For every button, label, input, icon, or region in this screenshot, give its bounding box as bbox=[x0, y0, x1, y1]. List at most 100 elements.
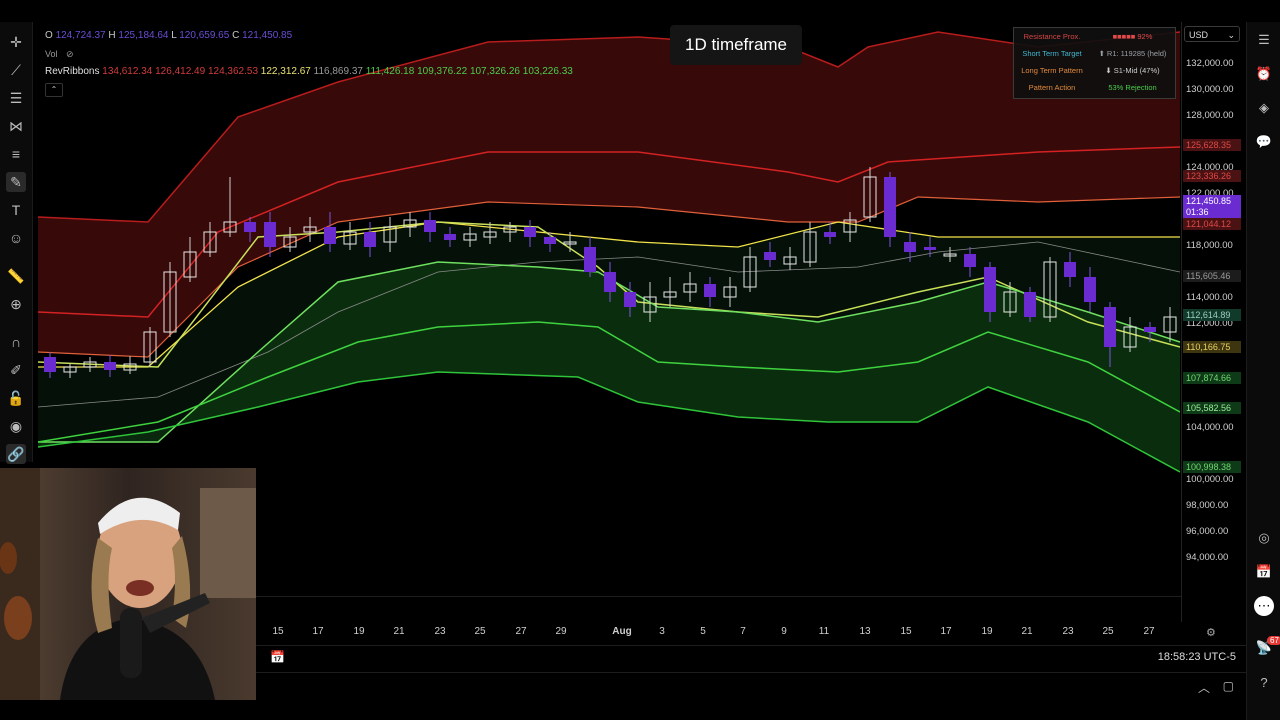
price-tag: 123,336.26 bbox=[1183, 170, 1241, 182]
indicator-value: 126,412.49 bbox=[155, 66, 206, 77]
indicator-name[interactable]: RevRibbons bbox=[45, 66, 99, 77]
eye-off-icon[interactable]: ⊘ bbox=[66, 49, 74, 59]
price-level: 100,000.00 bbox=[1186, 474, 1234, 485]
text-icon[interactable]: T bbox=[6, 200, 26, 220]
currency-label: USD bbox=[1189, 30, 1209, 40]
trendline-icon[interactable]: ⟋ bbox=[6, 60, 26, 80]
price-level: 114,000.00 bbox=[1186, 292, 1233, 303]
price-level: 96,000.00 bbox=[1186, 526, 1229, 537]
candle bbox=[544, 237, 556, 244]
candle bbox=[964, 254, 976, 267]
candle bbox=[584, 247, 596, 272]
notification-badge: 67 bbox=[1267, 636, 1280, 645]
table-value: 53% Rejection bbox=[1108, 83, 1157, 92]
link-icon[interactable]: 🔗 bbox=[6, 444, 26, 464]
table-key: Short Term Target bbox=[1022, 49, 1082, 58]
high-value: 125,184.64 bbox=[118, 30, 169, 41]
calendar-icon[interactable]: 📅 bbox=[1254, 562, 1274, 582]
time-label: 7 bbox=[740, 626, 746, 637]
price-level: 104,000.00 bbox=[1186, 422, 1234, 433]
magnet-icon[interactable]: ∩ bbox=[6, 332, 26, 352]
collapse-button[interactable]: ⌃ bbox=[45, 83, 63, 97]
streamer-video bbox=[0, 468, 256, 700]
top-bar bbox=[0, 0, 1280, 22]
candle bbox=[884, 177, 896, 237]
time-label: 19 bbox=[981, 626, 993, 637]
table-row: Resistance Prox. ■■■■■ 92% bbox=[1014, 28, 1175, 45]
indicator-row: RevRibbons 134,612.34 126,412.49 124,362… bbox=[45, 63, 573, 81]
webcam-overlay bbox=[0, 468, 256, 700]
candle bbox=[364, 232, 376, 247]
price-tag: 121,044.12 bbox=[1183, 218, 1241, 230]
emoji-icon[interactable]: ☺ bbox=[6, 228, 26, 248]
chevron-up-icon[interactable]: ︿ bbox=[1198, 679, 1210, 696]
time-label: 15 bbox=[900, 626, 912, 637]
eye-icon[interactable]: ◉ bbox=[6, 416, 26, 436]
candle bbox=[244, 222, 256, 232]
alerts-icon[interactable]: ⏰ bbox=[1254, 64, 1274, 84]
indicator-value: 116,869.37 bbox=[313, 66, 363, 77]
clock[interactable]: 18:58:23 UTC-5 bbox=[1158, 651, 1236, 663]
time-axis[interactable] bbox=[256, 596, 1181, 623]
candle bbox=[984, 267, 996, 312]
zoom-icon[interactable]: ⊕ bbox=[6, 294, 26, 314]
price-level: 94,000.00 bbox=[1186, 552, 1229, 563]
candle bbox=[524, 227, 536, 237]
table-row: Pattern Action 53% Rejection bbox=[1014, 79, 1175, 96]
price-axis[interactable]: 132,000.00 130,000.00 128,000.00 124,000… bbox=[1181, 22, 1246, 622]
price-tag: 100,998.38 bbox=[1183, 461, 1241, 473]
candle bbox=[1084, 277, 1096, 302]
drawing-toolbar: ✛ ⟋ ☰ ⋈ ≡ ✎ T ☺ 📏 ⊕ ∩ ✐ 🔓 ◉ 🔗 bbox=[0, 22, 33, 464]
time-label: 29 bbox=[555, 626, 567, 637]
high-label: H bbox=[108, 30, 116, 41]
price-level: 98,000.00 bbox=[1186, 500, 1229, 511]
indicator-value: 109,376.22 bbox=[417, 66, 468, 77]
settings-icon[interactable]: ⚙ bbox=[1206, 626, 1216, 639]
price-tag: 115,605.46 bbox=[1183, 270, 1241, 282]
time-label: 3 bbox=[659, 626, 665, 637]
bottom-panel-bar: ︿ ▢ bbox=[256, 672, 1246, 701]
low-value: 120,659.65 bbox=[179, 30, 230, 41]
table-value: ⬆ R1: 119285 (held) bbox=[1098, 49, 1167, 58]
price-tag: 105,582.56 bbox=[1183, 402, 1241, 414]
brush-icon[interactable]: ✎ bbox=[6, 172, 26, 192]
crosshair-icon[interactable]: ✛ bbox=[6, 32, 26, 52]
table-key: Resistance Prox. bbox=[1023, 32, 1081, 41]
table-key: Long Term Pattern bbox=[1021, 66, 1083, 75]
help-icon[interactable]: ? bbox=[1254, 672, 1274, 692]
right-sidebar: ☰ ⏰ ◈ 💬 ◎ 📅 ⋯ 📡 67 ? bbox=[1246, 22, 1280, 720]
price-level: 118,000.00 bbox=[1186, 240, 1233, 251]
close-value: 121,450.85 bbox=[242, 30, 293, 41]
chat-icon[interactable]: 💬 bbox=[1254, 132, 1274, 152]
time-label: 21 bbox=[393, 626, 405, 637]
time-label: 27 bbox=[515, 626, 527, 637]
lock-drawing-icon[interactable]: ✐ bbox=[6, 360, 26, 380]
table-value: ⬇ S1-Mid (47%) bbox=[1105, 66, 1160, 75]
time-label: 9 bbox=[781, 626, 787, 637]
close-label: C bbox=[232, 30, 240, 41]
volume-label: Vol bbox=[45, 49, 58, 59]
watchlist-icon[interactable]: ☰ bbox=[1254, 30, 1274, 50]
indicator-value: 103,226.33 bbox=[522, 66, 573, 77]
target-icon[interactable]: ◎ bbox=[1254, 528, 1274, 548]
candle bbox=[624, 292, 636, 307]
layers-icon[interactable]: ◈ bbox=[1254, 98, 1274, 118]
currency-select[interactable]: USD ⌄ bbox=[1184, 26, 1240, 42]
pattern-icon[interactable]: ⋈ bbox=[6, 116, 26, 136]
candle bbox=[604, 272, 616, 292]
ruler-icon[interactable]: 📏 bbox=[6, 266, 26, 286]
maximize-icon[interactable]: ▢ bbox=[1223, 679, 1234, 693]
indicator-value: 111,426.18 bbox=[365, 66, 415, 77]
candle bbox=[444, 234, 456, 240]
apps-grid-icon[interactable]: ⋯ bbox=[1254, 596, 1274, 616]
horizontal-lines-icon[interactable]: ☰ bbox=[6, 88, 26, 108]
price-tag: 112,614.89 bbox=[1183, 309, 1241, 321]
price-level: 130,000.00 bbox=[1186, 84, 1234, 95]
lock-icon[interactable]: 🔓 bbox=[6, 388, 26, 408]
calendar-icon[interactable]: 📅 bbox=[270, 650, 285, 664]
fib-icon[interactable]: ≡ bbox=[6, 144, 26, 164]
time-label: 21 bbox=[1021, 626, 1033, 637]
price-level: 132,000.00 bbox=[1186, 58, 1234, 69]
table-key: Pattern Action bbox=[1028, 83, 1076, 92]
time-label: 25 bbox=[474, 626, 486, 637]
